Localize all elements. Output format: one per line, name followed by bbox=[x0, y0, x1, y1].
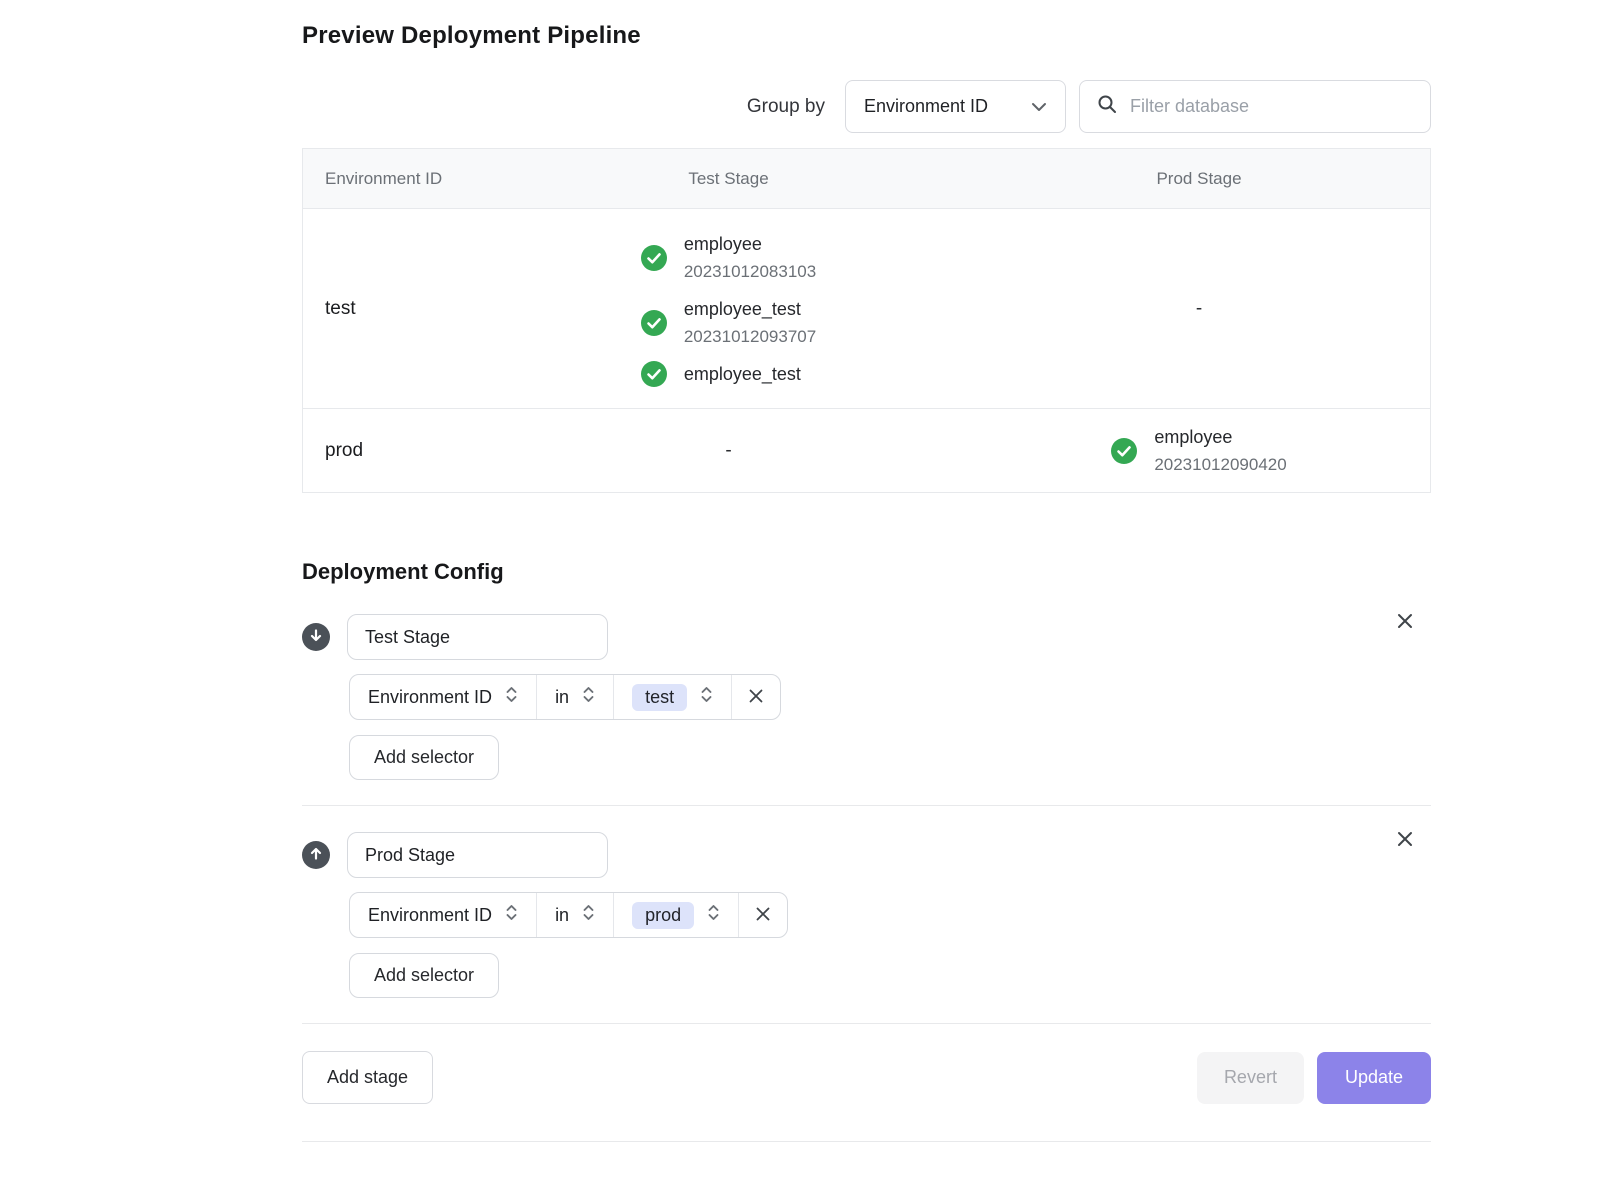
check-circle-icon bbox=[641, 361, 667, 387]
test-stage-cell: employee 20231012083103 employee_test 20… bbox=[489, 214, 968, 404]
chevrons-up-down-icon bbox=[707, 903, 720, 927]
prod-stage-cell: - bbox=[968, 298, 1430, 320]
stage-header-test bbox=[302, 614, 1431, 660]
check-circle-icon bbox=[641, 245, 667, 271]
pipeline-toolbar: Group by Environment ID bbox=[302, 80, 1431, 133]
main-content: Preview Deployment Pipeline Group by Env… bbox=[302, 0, 1431, 1142]
group-by-select[interactable]: Environment ID bbox=[845, 80, 1066, 133]
column-header-test-stage: Test Stage bbox=[489, 169, 968, 189]
stage-name-input[interactable] bbox=[347, 614, 608, 660]
footer-actions: Add stage Revert Update bbox=[302, 1051, 1431, 1104]
empty-cell-dash: - bbox=[725, 440, 731, 462]
divider bbox=[302, 805, 1431, 806]
group-by-label: Group by bbox=[747, 96, 825, 118]
chevrons-up-down-icon bbox=[505, 903, 518, 927]
close-icon bbox=[1395, 619, 1415, 634]
prod-stage-cell: employee 20231012090420 bbox=[968, 423, 1430, 479]
close-icon bbox=[754, 905, 772, 926]
remove-selector-button[interactable] bbox=[731, 675, 780, 719]
selector-row: Environment ID in prod bbox=[349, 892, 788, 938]
table-header-row: Environment ID Test Stage Prod Stage bbox=[303, 149, 1430, 208]
chevron-down-icon bbox=[1031, 96, 1047, 117]
deployment-config-title: Deployment Config bbox=[302, 559, 1431, 585]
divider bbox=[302, 1141, 1431, 1142]
chevrons-up-down-icon bbox=[700, 685, 713, 709]
remove-stage-button[interactable] bbox=[1391, 607, 1419, 635]
selector-operator-label: in bbox=[555, 687, 569, 708]
selector-row: Environment ID in test bbox=[349, 674, 781, 720]
pipeline-table: Environment ID Test Stage Prod Stage tes… bbox=[302, 148, 1431, 493]
stage-name-input[interactable] bbox=[347, 832, 608, 878]
stage-header-prod bbox=[302, 832, 1431, 878]
selector-operator-label: in bbox=[555, 905, 569, 926]
selector-key-dropdown[interactable]: Environment ID bbox=[350, 893, 536, 937]
deployment-list: employee 20231012083103 employee_test 20… bbox=[641, 214, 816, 404]
filter-database-input[interactable] bbox=[1130, 96, 1413, 117]
arrow-up-icon bbox=[309, 846, 323, 864]
deployment-text: employee_test bbox=[684, 360, 801, 388]
group-by-selected-value: Environment ID bbox=[864, 96, 988, 117]
search-icon bbox=[1097, 94, 1117, 119]
arrow-down-icon bbox=[309, 628, 323, 646]
check-circle-icon bbox=[1111, 438, 1137, 464]
check-circle-icon bbox=[641, 310, 667, 336]
add-selector-button[interactable]: Add selector bbox=[349, 735, 499, 780]
deployment-item: employee 20231012083103 bbox=[641, 230, 816, 286]
selector-key-dropdown[interactable]: Environment ID bbox=[350, 675, 536, 719]
close-icon bbox=[747, 687, 765, 708]
selector-value-pill: prod bbox=[632, 902, 694, 929]
column-header-prod-stage: Prod Stage bbox=[968, 169, 1430, 189]
deployment-version: 20231012090420 bbox=[1154, 451, 1286, 479]
divider bbox=[302, 1023, 1431, 1024]
selector-operator-dropdown[interactable]: in bbox=[536, 675, 613, 719]
deployment-item: employee_test bbox=[641, 360, 801, 388]
table-row: prod - employee 20231012090420 bbox=[303, 408, 1430, 492]
deployment-text: employee 20231012083103 bbox=[684, 230, 816, 286]
selector-operator-dropdown[interactable]: in bbox=[536, 893, 613, 937]
update-button[interactable]: Update bbox=[1317, 1052, 1431, 1104]
selector-value-dropdown[interactable]: prod bbox=[613, 893, 738, 937]
close-icon bbox=[1395, 837, 1415, 852]
deployment-version: 20231012093707 bbox=[684, 323, 816, 351]
selector-value-dropdown[interactable]: test bbox=[613, 675, 731, 719]
environment-id-cell: prod bbox=[303, 440, 489, 462]
page-title: Preview Deployment Pipeline bbox=[302, 0, 1431, 50]
environment-id-cell: test bbox=[303, 298, 489, 320]
deployment-item: employee_test 20231012093707 bbox=[641, 295, 816, 351]
deployment-name: employee_test bbox=[684, 295, 816, 323]
add-selector-button[interactable]: Add selector bbox=[349, 953, 499, 998]
table-row: test employee 20231012083103 employee_te… bbox=[303, 208, 1430, 408]
move-stage-up-button[interactable] bbox=[302, 841, 330, 869]
empty-cell-dash: - bbox=[1196, 298, 1202, 320]
deployment-name: employee bbox=[684, 230, 816, 258]
selector-key-label: Environment ID bbox=[368, 905, 492, 926]
deployment-name: employee bbox=[1154, 423, 1286, 451]
deployment-version: 20231012083103 bbox=[684, 258, 816, 286]
chevrons-up-down-icon bbox=[582, 903, 595, 927]
revert-button[interactable]: Revert bbox=[1197, 1052, 1304, 1104]
add-stage-button[interactable]: Add stage bbox=[302, 1051, 433, 1104]
chevrons-up-down-icon bbox=[505, 685, 518, 709]
selector-key-label: Environment ID bbox=[368, 687, 492, 708]
test-stage-cell: - bbox=[489, 440, 968, 462]
deployment-text: employee_test 20231012093707 bbox=[684, 295, 816, 351]
remove-stage-button[interactable] bbox=[1391, 825, 1419, 853]
deployment-name: employee_test bbox=[684, 360, 801, 388]
remove-selector-button[interactable] bbox=[738, 893, 787, 937]
column-header-environment-id: Environment ID bbox=[303, 169, 489, 189]
move-stage-down-button[interactable] bbox=[302, 623, 330, 651]
deployment-item: employee 20231012090420 bbox=[1111, 423, 1286, 479]
deployment-text: employee 20231012090420 bbox=[1154, 423, 1286, 479]
selector-value-pill: test bbox=[632, 684, 687, 711]
chevrons-up-down-icon bbox=[582, 685, 595, 709]
filter-database-box bbox=[1079, 80, 1431, 133]
